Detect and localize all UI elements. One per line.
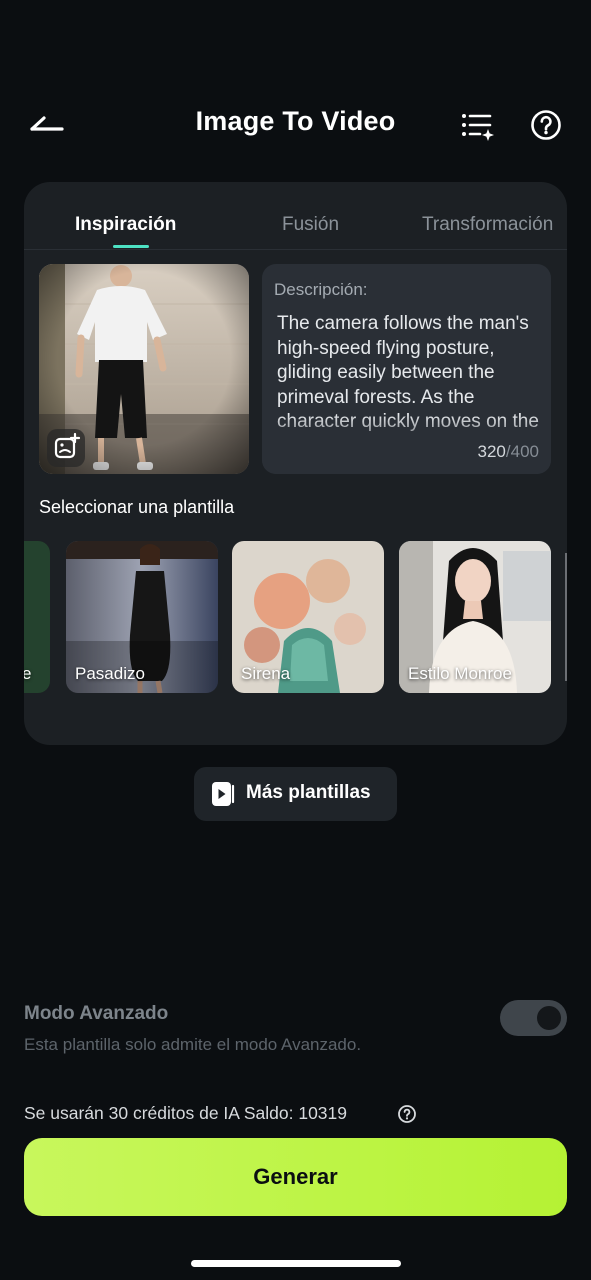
template-card[interactable]: Pasadizo <box>66 541 218 693</box>
template-heading: Seleccionar una plantilla <box>39 497 235 517</box>
tab-fusion[interactable]: Fusión <box>282 214 339 236</box>
replace-image-button[interactable] <box>47 429 85 467</box>
tab-divider <box>24 249 567 250</box>
advanced-mode-toggle[interactable] <box>500 1000 567 1036</box>
template-label: Sirena <box>241 664 291 683</box>
template-carousel[interactable]: e Pasadizo Sirena Estilo Monroe <box>24 541 567 693</box>
page-title: Image To Video <box>195 106 396 136</box>
generate-label: Generar <box>253 1164 338 1189</box>
character-count-max: 400 <box>510 442 539 461</box>
more-templates-button[interactable]: Más plantillas <box>194 767 397 821</box>
character-count-used: 320 <box>477 442 506 461</box>
more-templates-label: Más plantillas <box>246 782 371 803</box>
description-box[interactable]: Descripción: The camera follows the man'… <box>262 264 551 474</box>
generator-card: Inspiración Fusión Transformación Descri… <box>24 182 567 745</box>
list-sparkle-icon <box>462 114 494 141</box>
image-add-icon <box>54 432 81 459</box>
template-label: Estilo Monroe <box>408 664 512 683</box>
description-label: Descripción: <box>274 280 368 299</box>
template-card[interactable]: Sirena <box>232 541 384 693</box>
credits-info: Se usarán 30 créditos de IA Saldo: 10319 <box>24 1103 348 1123</box>
toggle-knob <box>537 1006 561 1030</box>
task-list-button[interactable] <box>456 106 498 146</box>
template-label: e <box>24 664 32 683</box>
template-card[interactable]: e <box>24 541 50 693</box>
help-button[interactable] <box>526 106 566 146</box>
character-counter: 320/400 <box>478 442 539 462</box>
carousel-edge <box>565 553 567 681</box>
generate-button[interactable]: Generar <box>24 1138 567 1216</box>
question-circle-icon <box>531 110 561 140</box>
home-indicator <box>191 1260 401 1267</box>
tab-inspiracion[interactable]: Inspiración <box>75 214 176 236</box>
video-play-icon <box>212 782 235 806</box>
question-circle-icon[interactable] <box>397 1104 417 1124</box>
template-label: Pasadizo <box>75 664 145 683</box>
advanced-mode-subtitle: Esta plantilla solo admite el modo Avanz… <box>24 1035 362 1054</box>
advanced-mode-title: Modo Avanzado <box>24 1003 169 1024</box>
tab-transformacion[interactable]: Transformación <box>422 214 553 236</box>
active-tab-indicator <box>113 245 149 248</box>
template-card[interactable]: Estilo Monroe <box>399 541 551 693</box>
